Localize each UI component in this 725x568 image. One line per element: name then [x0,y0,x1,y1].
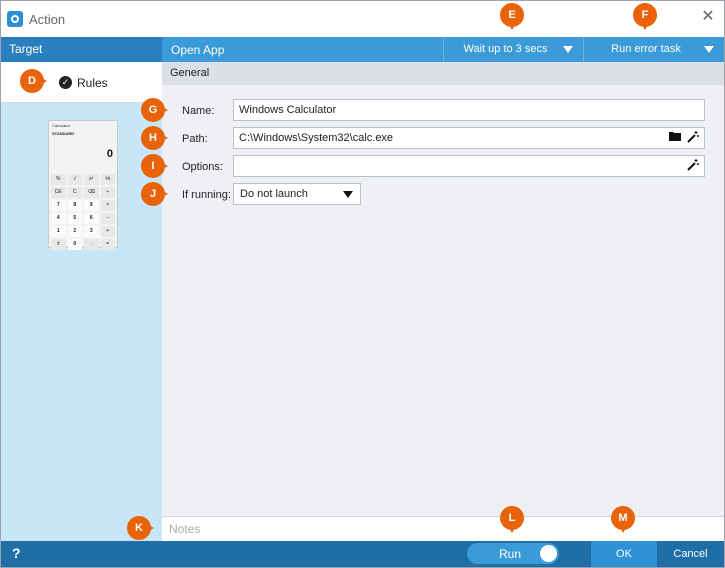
callout-letter: K [135,522,143,534]
chevron-down-icon [343,191,353,198]
calculator-key: 4 [51,213,66,224]
error-task-dropdown[interactable]: Run error task [583,37,724,62]
folder-icon[interactable] [668,131,682,145]
calculator-keypad: % √ x² ⅟x CE C ⌫ ÷ 7 8 9 × 4 5 6− 1 2 3 + ±0. = [51,174,115,250]
callout-letter: I [151,160,155,172]
callout-letter: M [618,512,628,524]
callout-marker: F [633,3,657,30]
callout-marker: K [127,516,154,540]
bottom-bar: ? Run OK Cancel [1,541,724,567]
calculator-key: − [100,213,115,224]
help-button[interactable]: ? [12,545,21,561]
calculator-key: 2 [67,226,82,237]
callout-marker: J [141,182,168,206]
action-window: Action ✕ Target Open App Wait up to 3 se… [0,0,725,568]
close-icon[interactable]: ✕ [700,9,716,25]
calculator-key: ⌫ [84,187,99,198]
calculator-key: = [100,239,115,250]
calculator-key: 8 [67,200,82,211]
if-running-select[interactable]: Do not launch [233,183,361,205]
callout-marker: D [20,69,47,93]
calculator-mode: STANDARD [52,131,75,136]
path-value: C:\Windows\System32\calc.exe [239,132,394,144]
calculator-key: 1 [51,226,66,237]
magic-wand-icon[interactable] [686,159,700,173]
calculator-key: 5 [67,213,82,224]
calculator-key: √ [67,174,82,185]
calculator-key: x² [84,174,99,185]
calculator-key: + [100,226,115,237]
title-bar: Action ✕ [1,1,724,37]
calculator-title: Calculator [52,123,71,128]
calculator-key: . [84,239,99,250]
callout-marker: E [500,3,524,30]
callout-letter: L [508,512,516,524]
calculator-key: CE [51,187,66,198]
calculator-key: 7 [51,200,66,211]
ok-button[interactable]: OK [591,541,657,567]
wait-timeout-dropdown[interactable]: Wait up to 3 secs [443,37,583,62]
calculator-key: ± [51,239,66,250]
path-label: Path: [182,133,208,145]
rules-label: Rules [77,76,108,90]
calculator-key: × [100,200,115,211]
toggle-knob [540,545,557,562]
name-field[interactable]: Windows Calculator [233,99,705,121]
calculator-key: 3 [84,226,99,237]
callout-marker: I [141,154,168,178]
run-label: Run [499,547,522,561]
magic-wand-icon[interactable] [686,131,700,145]
chevron-down-icon [704,46,714,53]
options-field[interactable] [233,155,705,177]
path-field[interactable]: C:\Windows\System32\calc.exe [233,127,705,149]
error-task-label: Run error task [611,43,681,55]
wait-timeout-label: Wait up to 3 secs [463,43,548,55]
tab-general[interactable]: General [162,62,724,85]
calculator-thumbnail[interactable]: Calculator STANDARD 0 % √ x² ⅟x CE C ⌫ ÷ 7 8 9 × 4 5 6… [48,120,118,250]
header-bar: Target Open App Wait up to 3 secs Run er… [1,37,724,62]
window-title: Action [29,12,66,27]
calculator-key: ÷ [100,187,115,198]
calculator-key: C [67,187,82,198]
callout-letter: H [149,132,157,144]
calculator-key: 6 [84,213,99,224]
callout-marker: G [141,98,168,122]
callout-marker: L [500,506,524,533]
callout-marker: M [611,506,635,533]
app-logo-icon [7,11,23,27]
callout-letter: J [149,188,157,200]
target-label: Target [1,37,162,62]
callout-marker: H [141,126,168,150]
callout-letter: E [508,9,516,21]
action-title: Open App [171,43,225,57]
chevron-down-icon [563,46,573,53]
notes-input[interactable]: Notes [162,516,724,541]
calculator-display: 0 [106,148,113,160]
if-running-value: Do not launch [240,188,308,200]
cancel-button[interactable]: Cancel [657,541,724,567]
main-panel: General Name: Windows Calculator Path: C… [162,62,724,516]
calculator-key: 9 [84,200,99,211]
callout-letter: D [28,75,36,87]
calculator-key: % [51,174,66,185]
calculator-key: ⅟x [100,174,115,185]
run-toggle[interactable]: Run [467,543,559,564]
target-panel: ✓ Rules Calculator STANDARD 0 % √ x² ⅟x CE C ⌫… [1,62,162,541]
if-running-label: If running: [182,189,231,201]
checkmark-icon: ✓ [59,76,72,89]
callout-letter: F [641,9,649,21]
name-label: Name: [182,105,215,117]
options-label: Options: [182,161,223,173]
callout-letter: G [148,104,158,116]
calculator-key: 0 [67,239,82,250]
